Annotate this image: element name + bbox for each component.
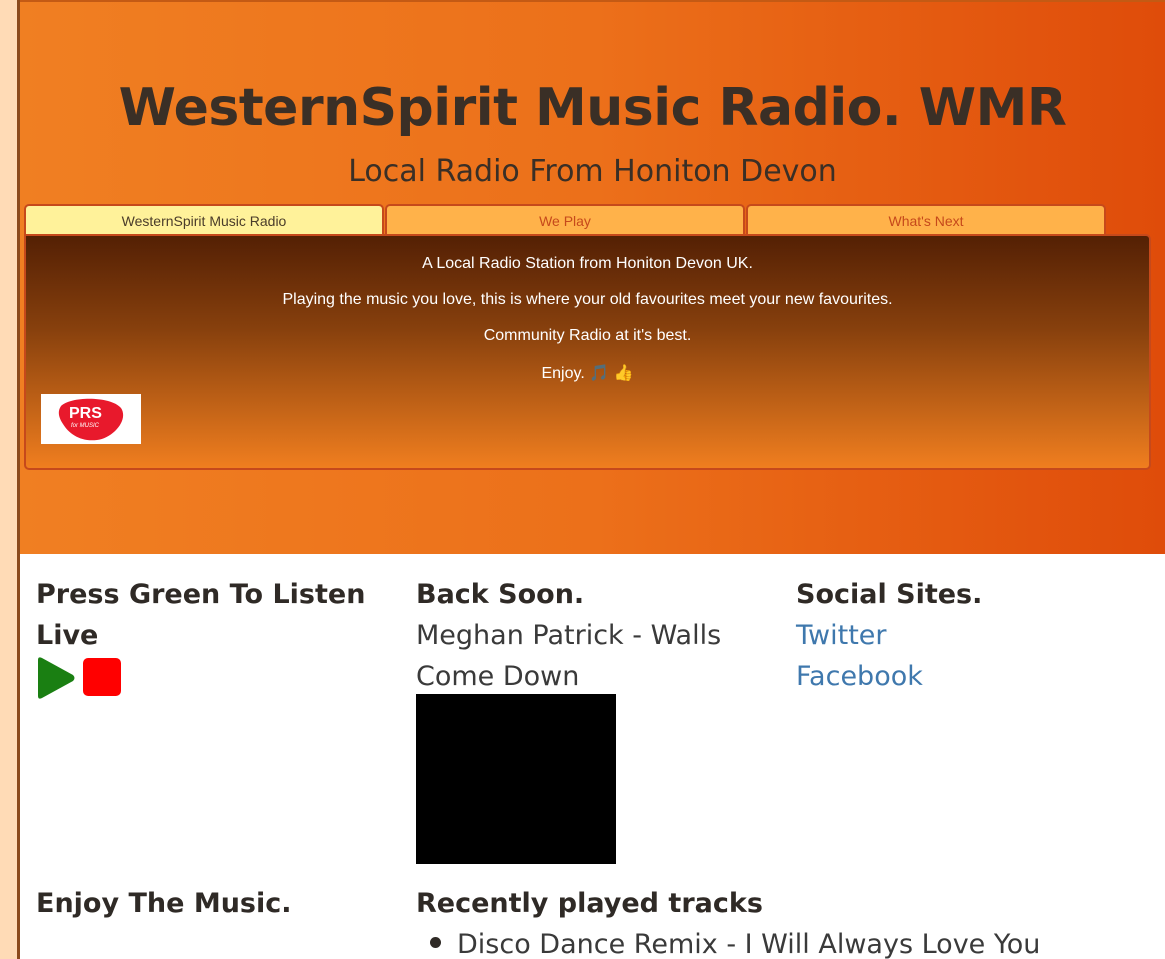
tab-we-play[interactable]: We Play xyxy=(385,204,745,236)
tab-westernspirit[interactable]: WesternSpirit Music Radio xyxy=(24,204,384,236)
prs-logo-mark: PRS for MUSIC xyxy=(58,398,124,441)
facebook-link[interactable]: Facebook xyxy=(796,656,923,697)
stop-button[interactable] xyxy=(82,657,122,697)
prs-logo: PRS for MUSIC xyxy=(41,394,141,444)
tab-panel: A Local Radio Station from Honiton Devon… xyxy=(24,234,1151,470)
bullet-icon xyxy=(430,937,441,948)
listen-heading: Press Green To Listen Live xyxy=(36,579,366,651)
hero-border xyxy=(20,0,1165,2)
enjoy-heading: Enjoy The Music. xyxy=(36,888,292,919)
tab-whats-next[interactable]: What's Next xyxy=(746,204,1106,236)
now-playing-heading: Back Soon. xyxy=(416,579,585,610)
panel-line: Community Radio at it's best. xyxy=(483,327,692,344)
hero-banner: WesternSpirit Music Radio. WMR Local Rad… xyxy=(20,0,1165,554)
twitter-link[interactable]: Twitter xyxy=(796,615,887,656)
page: WesternSpirit Music Radio. WMR Local Rad… xyxy=(17,0,1165,959)
list-item: Disco Dance Remix - I Will Always Love Y… xyxy=(430,924,1040,959)
recent-track: Disco Dance Remix - I Will Always Love Y… xyxy=(457,929,1041,959)
recent-track-list: Disco Dance Remix - I Will Always Love Y… xyxy=(430,924,1040,959)
play-button[interactable] xyxy=(36,656,76,700)
panel-line: Playing the music you love, this is wher… xyxy=(282,291,893,308)
svg-text:for MUSIC: for MUSIC xyxy=(71,423,100,429)
social-heading: Social Sites. xyxy=(796,579,983,610)
album-art xyxy=(416,694,616,864)
svg-text:PRS: PRS xyxy=(69,405,102,422)
panel-line: Enjoy. 🎵 👍 xyxy=(541,365,634,382)
panel-line: A Local Radio Station from Honiton Devon… xyxy=(422,255,753,272)
site-title: WesternSpirit Music Radio. WMR xyxy=(118,78,1067,138)
recent-heading: Recently played tracks xyxy=(416,888,763,919)
now-playing-track: Meghan Patrick - Walls Come Down xyxy=(416,620,722,692)
site-subtitle: Local Radio From Honiton Devon xyxy=(348,154,837,189)
